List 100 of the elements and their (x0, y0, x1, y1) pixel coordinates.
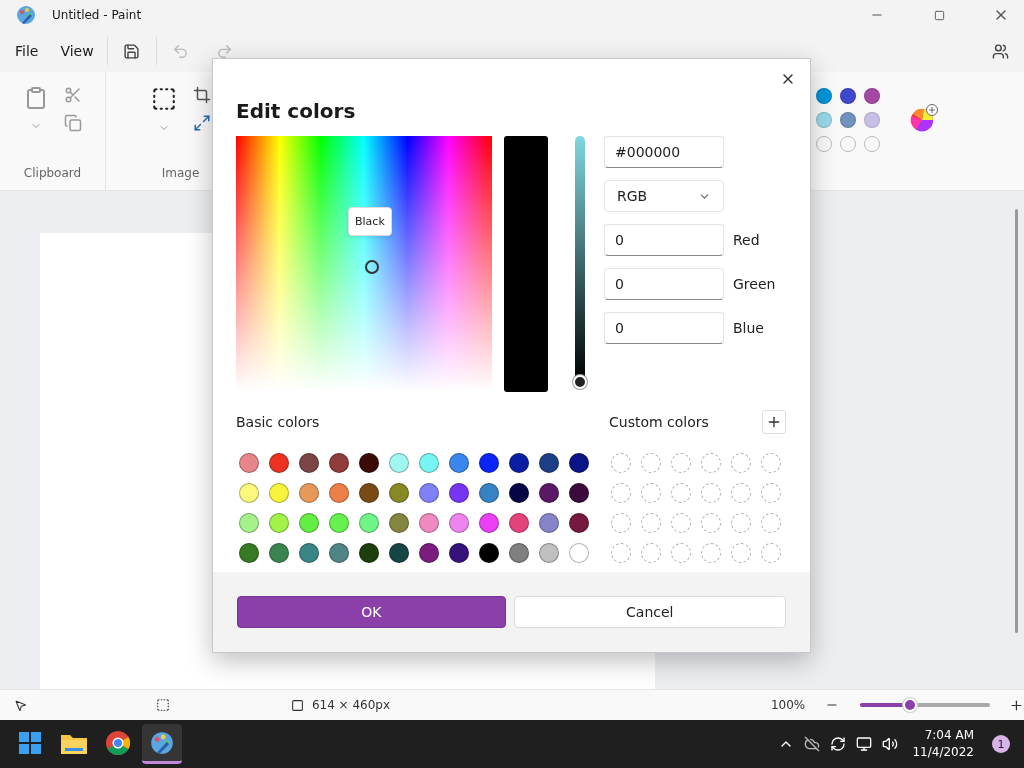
color-swatch[interactable] (449, 513, 469, 533)
color-swatch[interactable] (419, 483, 439, 503)
color-swatch[interactable] (359, 513, 379, 533)
color-swatch[interactable] (864, 112, 880, 128)
color-swatch[interactable] (816, 88, 832, 104)
color-swatch[interactable] (864, 88, 880, 104)
channel-field[interactable]: 0 (604, 268, 724, 300)
color-swatch[interactable] (539, 453, 559, 473)
hex-field[interactable]: #000000 (604, 136, 724, 168)
color-swatch[interactable] (569, 543, 589, 563)
menu-item[interactable]: File (6, 37, 48, 65)
select-icon[interactable] (150, 86, 177, 112)
zoom-thumb[interactable] (902, 698, 917, 712)
channel-label: Blue (733, 320, 764, 336)
app-icon (16, 5, 36, 25)
menu-item[interactable]: View (51, 37, 103, 65)
color-swatch[interactable] (509, 513, 529, 533)
color-swatch[interactable] (389, 513, 409, 533)
color-swatch[interactable] (539, 513, 559, 533)
color-swatch[interactable] (329, 453, 349, 473)
color-wheel-icon[interactable] (910, 104, 938, 132)
color-swatch[interactable] (239, 543, 259, 563)
crop-icon[interactable] (192, 86, 211, 104)
color-swatch[interactable] (269, 513, 289, 533)
cloud-icon[interactable] (804, 736, 821, 752)
color-swatch[interactable] (569, 513, 589, 533)
color-swatch[interactable] (419, 453, 439, 473)
section-label: Custom colors (609, 414, 709, 430)
color-swatch[interactable] (840, 112, 856, 128)
color-swatch[interactable] (359, 543, 379, 563)
color-swatch[interactable] (299, 483, 319, 503)
copy-icon[interactable] (63, 114, 82, 132)
color-swatch[interactable] (449, 483, 469, 503)
color-swatch[interactable] (539, 543, 559, 563)
network-icon[interactable] (856, 736, 873, 752)
color-swatch[interactable] (539, 483, 559, 503)
color-swatch[interactable] (419, 543, 439, 563)
color-swatch[interactable] (509, 543, 529, 563)
sync-icon[interactable] (830, 736, 847, 752)
color-swatch[interactable] (449, 453, 469, 473)
color-swatch[interactable] (816, 112, 832, 128)
color-swatch[interactable] (269, 483, 289, 503)
color-swatch[interactable] (569, 453, 589, 473)
value-slider[interactable] (573, 136, 587, 392)
color-swatch[interactable] (509, 453, 529, 473)
color-swatch[interactable] (329, 513, 349, 533)
color-swatch[interactable] (840, 88, 856, 104)
value-thumb[interactable] (573, 375, 587, 389)
color-swatch[interactable] (569, 483, 589, 503)
zoom-level: 100% (770, 698, 806, 712)
mode-dropdown[interactable]: RGB (604, 180, 724, 212)
color-swatch[interactable] (299, 543, 319, 563)
color-swatch[interactable] (449, 543, 469, 563)
scrollbar[interactable] (1015, 209, 1018, 633)
color-swatch[interactable] (479, 453, 499, 473)
color-swatch[interactable] (239, 483, 259, 503)
save-icon[interactable] (123, 42, 141, 60)
canvas-size: 614 × 460px (311, 698, 391, 712)
color-swatch[interactable] (479, 483, 499, 503)
cut-icon[interactable] (63, 86, 82, 104)
notification-badge[interactable]: 1 (992, 735, 1010, 753)
color-swatch[interactable] (389, 543, 409, 563)
channel-label: Red (733, 232, 760, 248)
color-swatch[interactable] (239, 453, 259, 473)
cancel-button[interactable]: Cancel (513, 596, 786, 628)
color-swatch[interactable] (269, 453, 289, 473)
color-swatch[interactable] (389, 453, 409, 473)
picker-ring[interactable] (365, 260, 379, 274)
color-swatch[interactable] (299, 453, 319, 473)
channel-field[interactable]: 0 (604, 312, 724, 344)
channel-field[interactable]: 0 (604, 224, 724, 256)
resize-icon[interactable] (192, 114, 211, 132)
color-swatch[interactable] (329, 483, 349, 503)
tooltip: Black (348, 207, 392, 236)
color-swatch[interactable] (239, 513, 259, 533)
volume-icon[interactable] (882, 736, 899, 752)
people-icon[interactable] (991, 42, 1009, 60)
maximize-icon[interactable] (933, 9, 945, 21)
color-swatch[interactable] (479, 513, 499, 533)
color-spectrum[interactable]: Black (236, 136, 492, 392)
pointer-icon (14, 698, 27, 712)
canvas-size-icon (290, 698, 304, 712)
group-label: Clipboard (23, 166, 82, 182)
color-swatch[interactable] (509, 483, 529, 503)
color-swatch[interactable] (299, 513, 319, 533)
color-swatch[interactable] (359, 483, 379, 503)
color-swatch[interactable] (359, 453, 379, 473)
color-swatch[interactable] (389, 483, 409, 503)
color-swatch[interactable] (329, 543, 349, 563)
ok-button[interactable]: OK (237, 596, 506, 628)
window-title: Untitled - Paint (52, 8, 143, 22)
clock-time: 7:04 AM (924, 727, 974, 744)
color-swatch[interactable] (269, 543, 289, 563)
start-icon (19, 731, 41, 754)
section-label: Basic colors (236, 414, 320, 430)
channel-label: Green (733, 276, 776, 292)
color-swatch[interactable] (419, 513, 439, 533)
color-swatch[interactable] (479, 543, 499, 563)
taskbar-app[interactable] (142, 724, 182, 764)
paint-icon (150, 730, 174, 755)
